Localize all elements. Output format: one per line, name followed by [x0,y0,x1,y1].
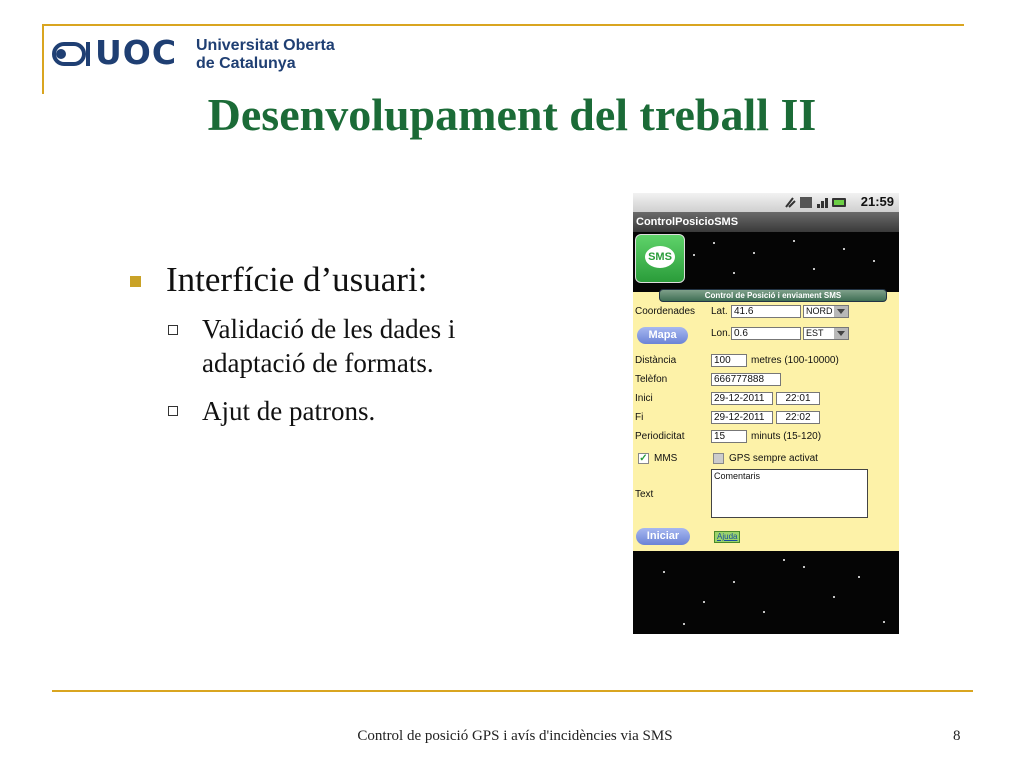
end-time-input[interactable]: 22:02 [776,411,820,424]
lat-input[interactable]: 41.6 [731,305,801,318]
period-label: Periodicitat [635,431,685,442]
logo-name-line2: de Catalunya [196,55,296,72]
mms-label: MMS [654,453,678,464]
end-label: Fi [635,412,644,423]
bullet-main-text: Interfície d’usuari: [166,260,428,299]
start-label: Inici [635,393,653,404]
end-date-input[interactable]: 29-12-2011 [711,411,773,424]
start-date-input[interactable]: 29-12-2011 [711,392,773,405]
control-form: Coordenades Lat. 41.6 NORD Mapa Lon. 0.6… [633,292,899,551]
gps-checkbox[interactable]: ✓ [713,453,724,464]
text-label: Text [635,489,654,500]
lon-label: Lon. [711,328,731,339]
app-title-bar: ControlPosicioSMS [633,212,899,232]
gps-label: GPS sempre activat [729,453,818,464]
footer-text: Control de posició GPS i avís d'incidènc… [357,728,673,744]
starfield-bottom [633,551,899,634]
help-link[interactable]: Ajuda [714,531,741,543]
chevron-down-icon [834,328,848,339]
logo-acronym: UOC [95,33,178,72]
uoc-logo-icon [52,42,90,66]
sub-bullet-icon [168,406,178,416]
slide-title: Desenvolupament del treball II [207,89,817,140]
distance-label: Distància [635,355,677,366]
logo-name: Universitat Oberta de Catalunya [196,37,335,73]
lat-direction-select[interactable]: NORD [803,305,849,318]
sub-bullet-text-1: Validació de les dades i [202,314,456,344]
period-unit: minuts (15-120) [751,431,822,442]
status-icons [785,197,846,208]
header-side-rule [42,24,44,94]
distance-input[interactable]: 100 [711,354,747,367]
start-time-input[interactable]: 22:01 [776,392,820,405]
map-button[interactable]: Mapa [637,327,688,344]
lat-label: Lat. [711,306,728,317]
footer-rule [52,690,973,692]
lat-direction-value: NORD [806,306,833,316]
text-area[interactable]: Comentaris [711,469,868,518]
sub-bullet-text-2: Ajut de patrons. [202,396,376,426]
section-title-bar: Control de Posició i enviament SMS [659,289,887,302]
status-bar: 21:59 [633,193,899,212]
status-clock: 21:59 [860,194,894,209]
phone-input[interactable]: 666777888 [711,373,781,386]
mms-checkbox[interactable]: ✓ [638,453,649,464]
phone-label: Telèfon [635,374,668,385]
chevron-down-icon [834,306,848,317]
header-rule [42,24,964,26]
sub-bullet-icon [168,325,178,335]
coords-label: Coordenades [635,306,696,317]
lon-input[interactable]: 0.6 [731,327,801,340]
distance-unit: metres (100-10000) [751,355,839,366]
lon-direction-select[interactable]: EST [803,327,849,340]
start-button[interactable]: Iniciar [636,528,690,545]
page-number: 8 [953,728,961,744]
sms-app-icon[interactable]: SMS [635,234,685,283]
sms-icon-label: SMS [645,246,675,268]
bullet-square-icon [130,276,141,287]
sub-bullet-text-1b: adaptació de formats. [202,348,434,378]
lon-direction-value: EST [806,328,824,338]
logo-name-line1: Universitat Oberta [196,37,335,54]
phone-screenshot: 21:59 ControlPosicioSMS SMS Coordenades … [633,193,899,634]
period-input[interactable]: 15 [711,430,747,443]
